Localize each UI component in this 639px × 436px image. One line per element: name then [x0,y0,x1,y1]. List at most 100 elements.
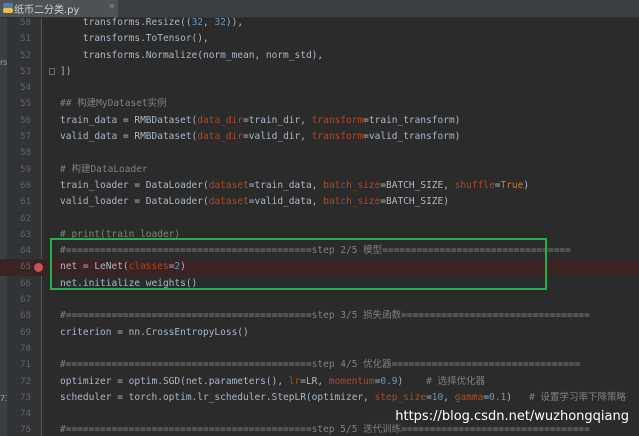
code-line[interactable]: 52 transforms.Normalize(norm_mean, norm_… [0,48,639,64]
code-line[interactable]: 56 train_data = RMBDataset(data_dir=train… [0,113,639,129]
code-token: dataset [208,196,249,208]
code-token: , [203,17,215,28]
code-line[interactable]: 55 ## 构建MyDataset实例 [0,96,639,112]
code-token: criterion = nn.CrossEntropyLoss() [60,326,249,338]
code-line[interactable]: 62 [0,211,639,227]
code-token: )), [225,17,244,28]
code-text: transforms.ToTensor(), [60,31,209,47]
code-text: transforms.Resize((32, 32)), [60,15,243,31]
code-token: 0.9 [380,375,398,387]
line-number: 50 [20,18,31,28]
file-tab-label: 纸币二分类.py [14,5,80,16]
code-text: scheduler = torch.optim.lr_scheduler.Ste… [60,390,626,406]
code-line[interactable]: 50 transforms.Resize((32, 32)), [0,15,639,31]
close-icon[interactable]: × [108,2,116,12]
code-token: train_data = RMBDataset( [60,114,198,126]
code-token: =BATCH_SIZE, [380,179,455,191]
code-token: transform [311,114,364,126]
code-token: 32 [214,17,226,28]
code-line[interactable]: 54 [0,80,639,96]
code-token: batch_size [323,196,381,208]
line-number: 61 [20,197,31,208]
code-line[interactable]: 75 #=====================================… [0,422,639,436]
code-token: ]) [60,65,72,77]
code-token: #=======================================… [60,310,590,322]
code-token: lr [288,375,301,387]
code-line[interactable]: 60 train_loader = DataLoader(dataset=trai… [0,178,639,194]
line-number: 64 [20,246,31,257]
code-text: transforms.Normalize(norm_mean, norm_std… [60,48,323,64]
code-token: ## 构建MyDataset实例 [60,98,167,110]
code-token: scheduler = torch.optim.lr_scheduler.Ste… [60,391,375,403]
code-text: ]) [60,64,71,80]
code-line[interactable]: 58 [0,145,639,161]
code-token: gamma [454,391,484,403]
line-number: 55 [20,99,31,110]
line-number: 63 [20,229,31,240]
code-line[interactable]: 59 # 构建DataLoader [0,162,639,178]
code-token: transforms.ToTensor(), [60,33,209,45]
code-token: ) [506,391,530,403]
code-token: , [443,391,455,403]
code-text: #=======================================… [60,357,580,373]
code-token: =valid_transform) [363,131,461,143]
code-token: ) [397,375,427,387]
code-line[interactable]: 72 optimizer = optim.SGD(net.parameters()… [0,374,639,390]
line-number: 72 [20,376,31,387]
line-number: 54 [20,83,31,94]
line-number: 71 [20,360,31,371]
code-token: valid_loader = DataLoader( [60,196,209,208]
code-text: #=======================================… [60,422,590,436]
code-token: # 选择优化器 [426,375,486,387]
code-line[interactable]: 53]) [0,64,639,80]
code-text: #=======================================… [60,308,590,324]
line-number: 59 [20,164,31,175]
code-token: data_dir [197,131,244,143]
line-number: 65 [20,262,31,273]
code-token: train_loader = DataLoader( [60,179,209,191]
code-token: 0.1 [489,391,507,403]
code-line[interactable]: 73 scheduler = torch.optim.lr_scheduler.S… [0,390,639,406]
line-number: 68 [20,311,31,322]
line-number: 70 [20,343,31,354]
code-line[interactable]: 70 [0,341,639,357]
code-line[interactable]: 57 valid_data = RMBDataset(data_dir=valid… [0,129,639,145]
code-token: transform [311,131,364,143]
line-number: 66 [20,278,31,289]
code-line[interactable]: 61 valid_loader = DataLoader(dataset=vali… [0,194,639,210]
code-text: ## 构建MyDataset实例 [60,96,167,112]
code-text: valid_loader = DataLoader(dataset=valid_… [60,194,449,210]
breakpoint-icon[interactable] [34,263,43,273]
fold-icon[interactable] [49,67,55,75]
code-token: 32 [191,17,204,28]
line-number: 69 [20,327,31,338]
line-number: 67 [20,295,31,306]
line-number: 51 [20,34,31,45]
code-token: =LR, [300,375,329,387]
code-token: =train_data, [248,179,324,191]
code-token: batch_size [323,179,381,191]
line-number: 58 [20,148,31,159]
line-number: 60 [20,180,31,191]
code-token: transforms.Normalize(norm_mean, norm_std… [60,49,324,61]
code-line[interactable]: 51 transforms.ToTensor(), [0,31,639,47]
code-line[interactable]: 68 #=====================================… [0,308,639,324]
code-token: #=======================================… [60,359,581,371]
code-text: train_data = RMBDataset(data_dir=train_d… [60,113,460,129]
code-line[interactable]: 71 #=====================================… [0,357,639,373]
code-token: =BATCH_SIZE) [380,196,449,208]
code-line[interactable]: 67 [0,292,639,308]
code-line[interactable]: 69 criterion = nn.CrossEntropyLoss() [0,325,639,341]
code-token: 10 [431,391,444,403]
line-number: 74 [20,409,31,420]
ide-window: 纸币二分类.py × rs 73 50 transforms.Resize((3… [0,0,639,436]
code-token: step_size [374,391,427,403]
line-number: 53 [20,66,31,77]
code-token: =valid_dir, [243,131,312,143]
watermark-text: https://blog.csdn.net/wuzhongqiang [395,409,629,424]
line-number: 52 [20,50,31,61]
code-token: data_dir [197,114,244,126]
code-token: valid_data = RMBDataset( [60,131,198,143]
code-token: True [500,179,524,191]
code-text: optimizer = optim.SGD(net.parameters(), … [60,374,485,390]
